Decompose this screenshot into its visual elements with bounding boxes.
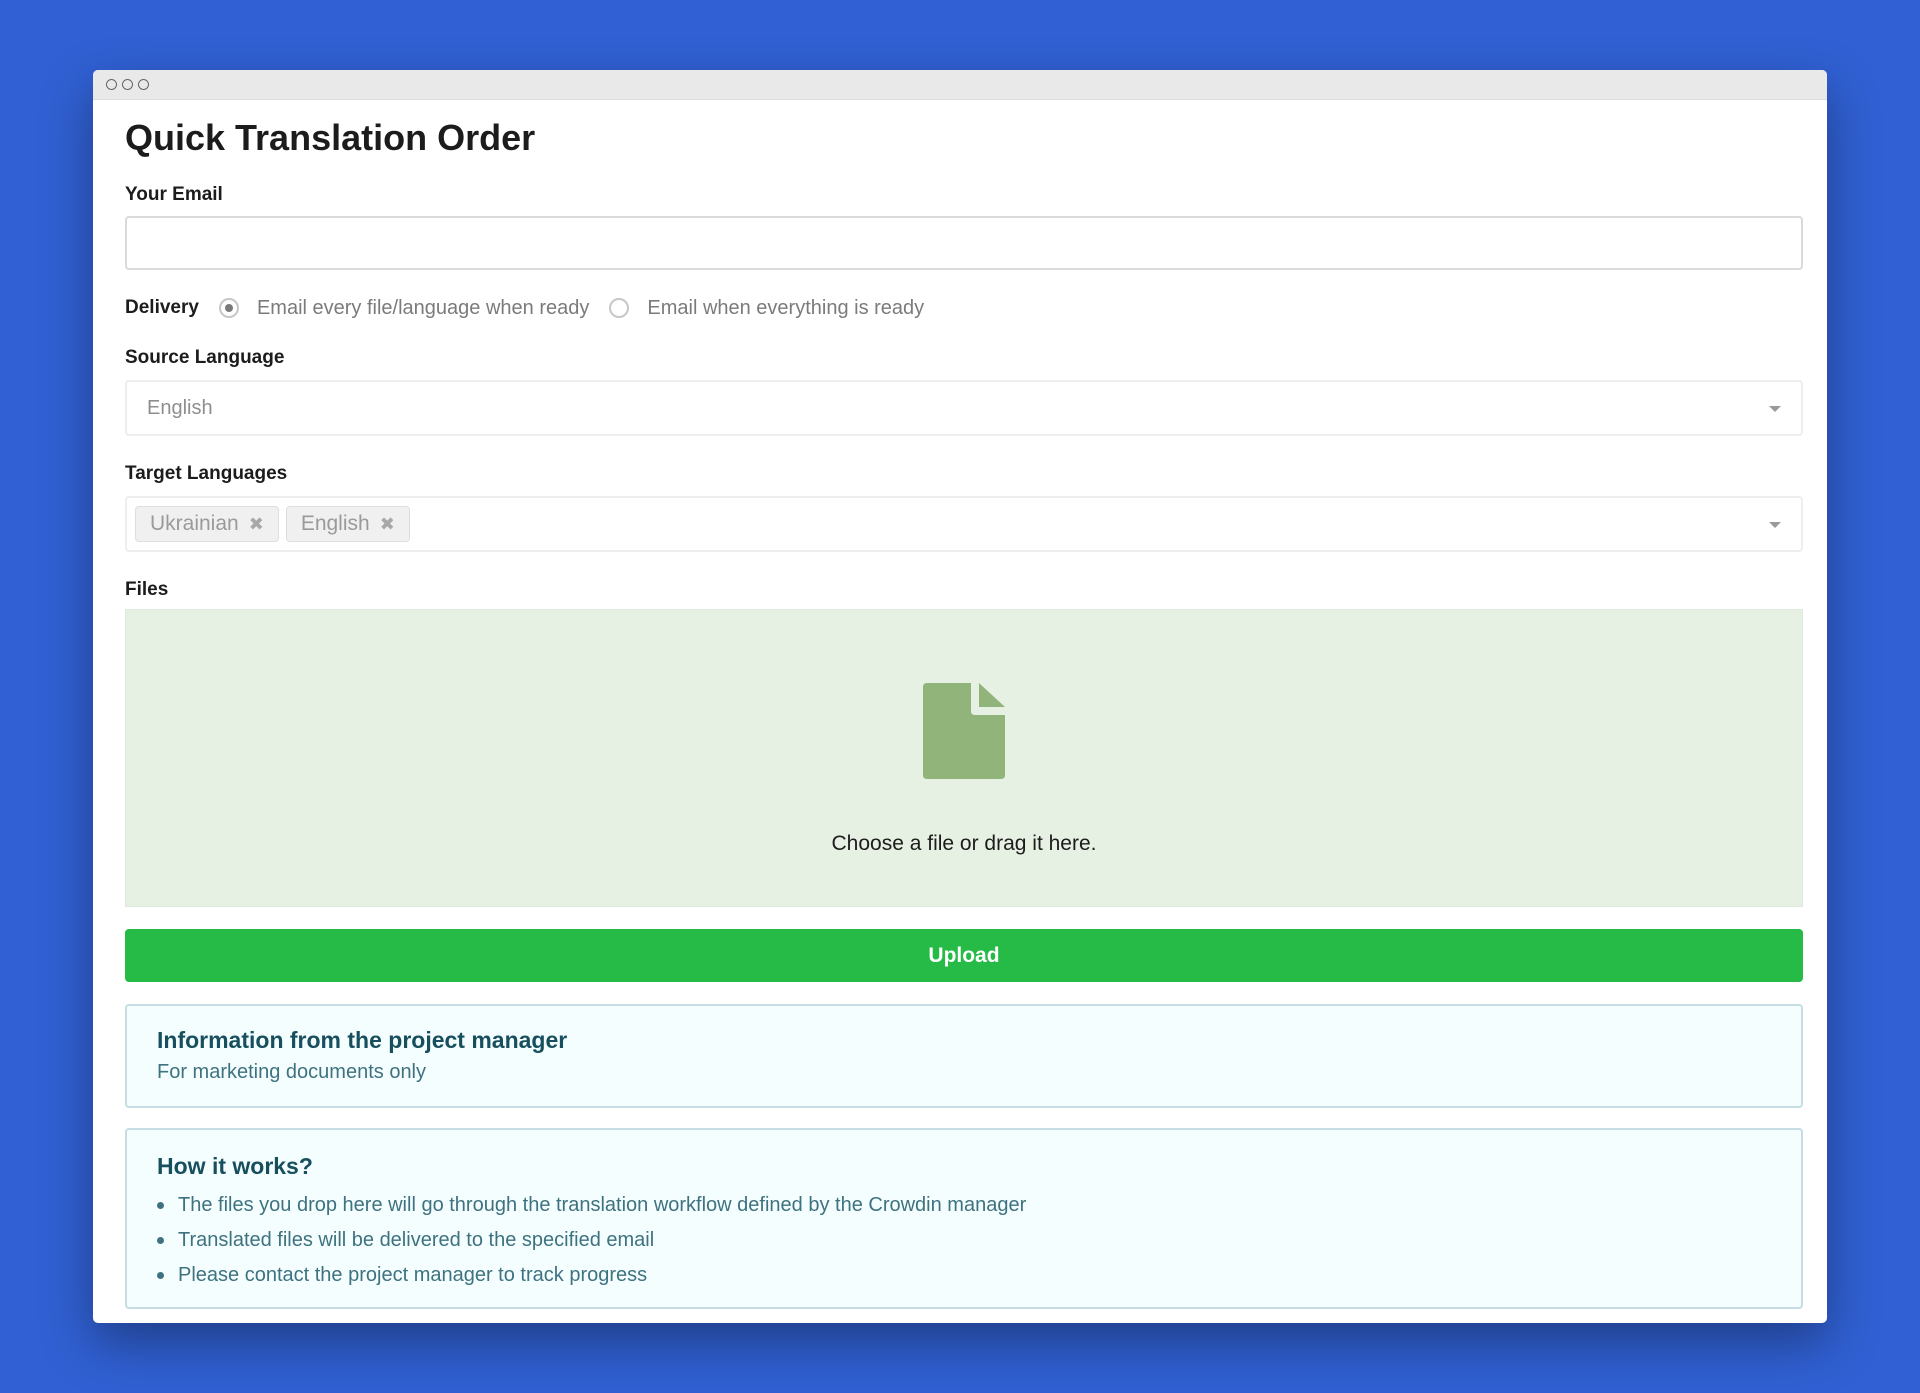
list-item: The files you drop here will go through … — [157, 1188, 1771, 1223]
delivery-option-each-file[interactable]: Email every file/language when ready — [218, 296, 590, 320]
file-dropzone[interactable]: Choose a file or drag it here. — [125, 609, 1803, 907]
chevron-down-icon — [1769, 522, 1781, 528]
language-tag-english: English ✖ — [285, 506, 410, 542]
delivery-options: Delivery Email every file/language when … — [125, 294, 1803, 322]
list-item-text: The files you drop here will go through … — [178, 1194, 1027, 1216]
dropzone-text: Choose a file or drag it here. — [831, 832, 1097, 855]
email-label: Your Email — [125, 184, 223, 205]
source-language-label: Source Language — [125, 347, 285, 368]
list-item: Translated files will be delivered to th… — [157, 1223, 1771, 1258]
list-item-text: Please contact the project manager to tr… — [178, 1264, 648, 1286]
window-titlebar — [93, 70, 1827, 100]
target-languages-label: Target Languages — [125, 463, 288, 484]
language-tag-label: Ukrainian — [150, 512, 239, 535]
close-icon[interactable]: ✖ — [249, 514, 264, 535]
window-close-dot[interactable] — [106, 79, 117, 90]
radio-button-unchecked[interactable] — [609, 298, 630, 318]
pm-info-title: Information from the project manager — [157, 1027, 568, 1053]
window-maximize-dot[interactable] — [138, 79, 149, 90]
project-manager-info: Information from the project manager For… — [125, 1004, 1803, 1108]
delivery-option-label: Email every file/language when ready — [256, 296, 590, 319]
email-field[interactable] — [125, 216, 1803, 270]
file-icon — [923, 683, 1005, 779]
files-label: Files — [125, 579, 169, 600]
bullet-icon — [157, 1272, 164, 1279]
close-icon[interactable]: ✖ — [380, 514, 395, 535]
order-form: Quick Translation Order Your Email Deliv… — [125, 100, 1803, 1309]
delivery-label: Delivery — [125, 297, 199, 318]
upload-button[interactable]: Upload — [125, 929, 1803, 982]
bullet-icon — [157, 1237, 164, 1244]
page-title: Quick Translation Order — [125, 117, 536, 158]
how-it-works-list: The files you drop here will go through … — [157, 1188, 1771, 1293]
list-item: Please contact the project manager to tr… — [157, 1258, 1771, 1293]
window-minimize-dot[interactable] — [122, 79, 133, 90]
language-tag-ukrainian: Ukrainian ✖ — [135, 506, 279, 542]
chevron-down-icon — [1769, 406, 1781, 412]
source-language-value: English — [147, 396, 213, 419]
how-it-works-title: How it works? — [157, 1153, 313, 1179]
language-tag-label: English — [300, 512, 370, 535]
source-language-select[interactable]: English — [125, 380, 1803, 436]
radio-button-checked[interactable] — [218, 298, 239, 318]
delivery-option-everything[interactable]: Email when everything is ready — [609, 297, 924, 320]
list-item-text: Translated files will be delivered to th… — [178, 1229, 655, 1251]
bullet-icon — [157, 1202, 164, 1209]
delivery-option-label: Email when everything is ready — [647, 296, 925, 319]
how-it-works-box: How it works? The files you drop here wi… — [125, 1128, 1803, 1309]
target-languages-select[interactable]: Ukrainian ✖ English ✖ — [125, 496, 1803, 552]
pm-info-text: For marketing documents only — [157, 1061, 427, 1083]
browser-window: Quick Translation Order Your Email Deliv… — [93, 70, 1827, 1323]
